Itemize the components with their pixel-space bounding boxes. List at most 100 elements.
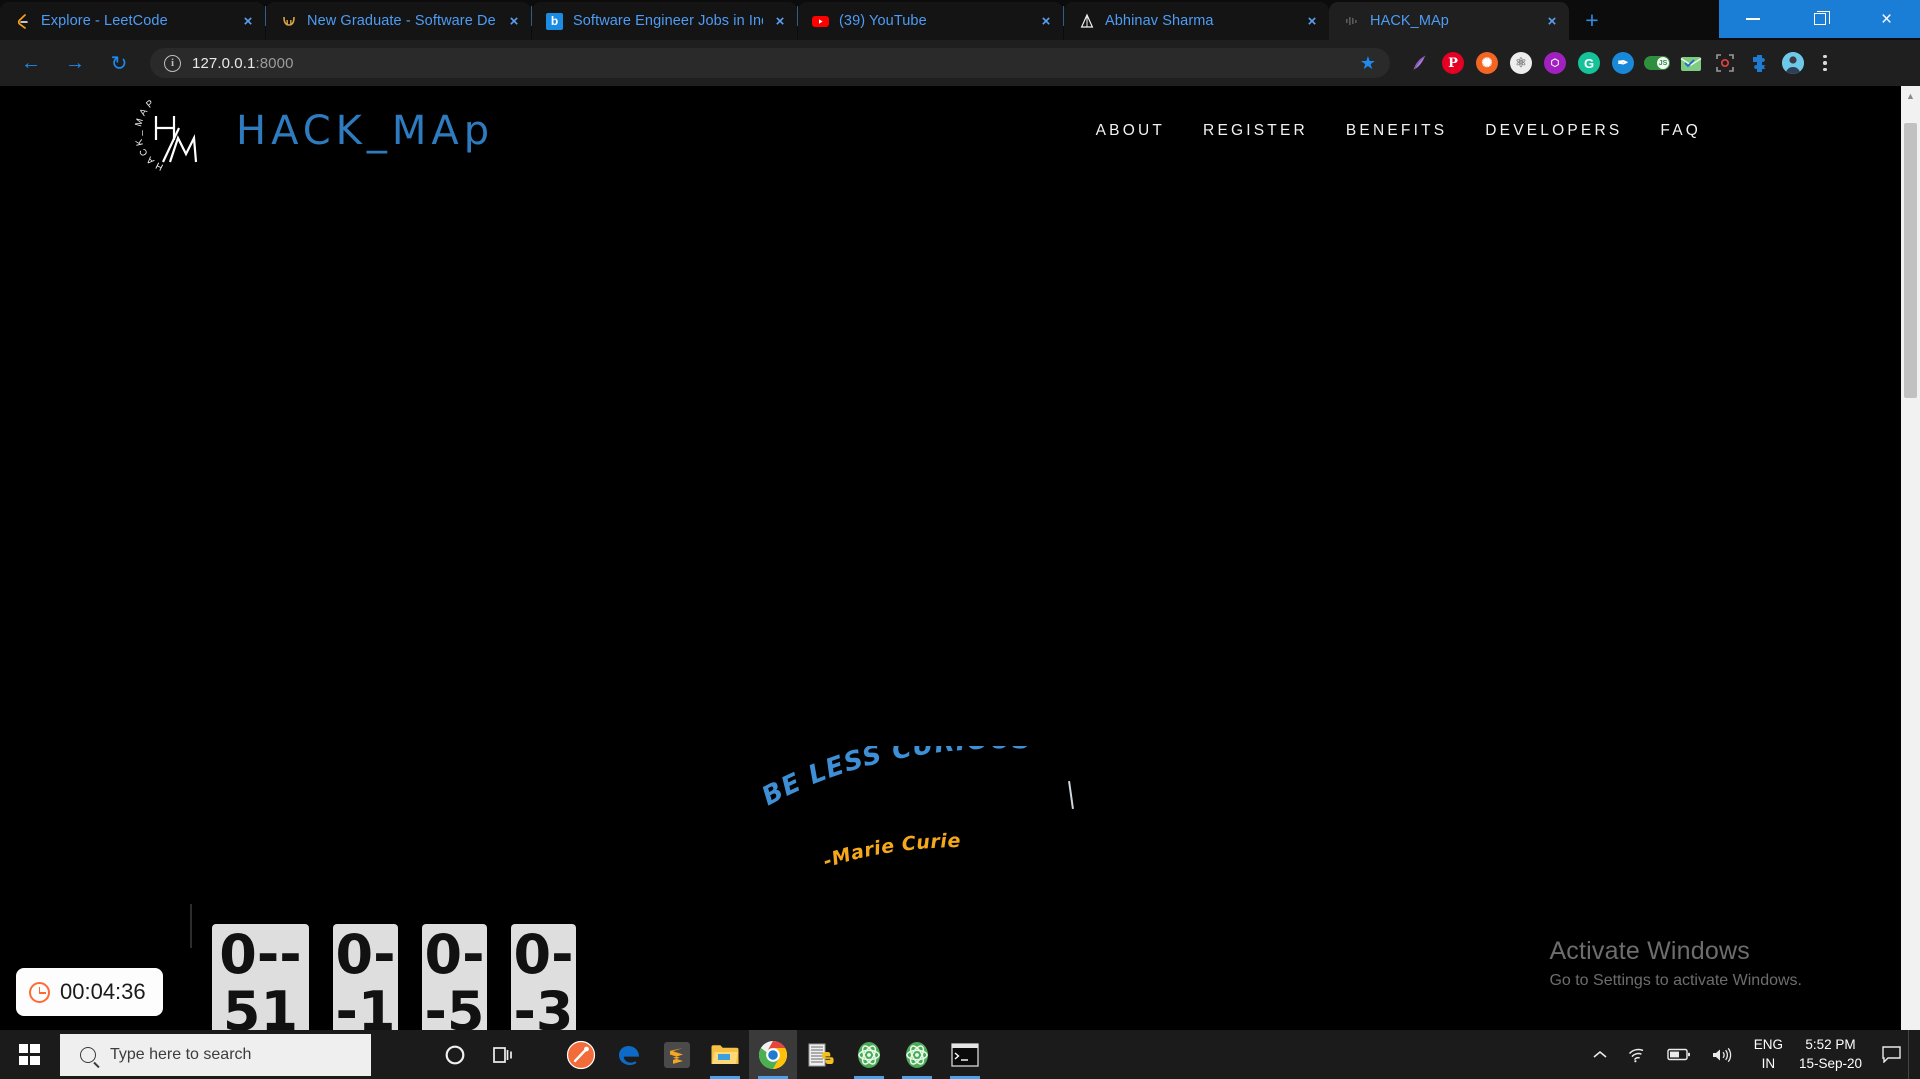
- scrollbar-track[interactable]: [1901, 105, 1920, 1036]
- site-header: HACK_MAP HACK_MAp ABOUT REGISTER BENEFIT…: [0, 86, 1901, 176]
- nav-item-about[interactable]: ABOUT: [1096, 122, 1165, 140]
- address-bar[interactable]: i 127.0.0.1:8000 ★: [150, 48, 1390, 78]
- close-icon[interactable]: ×: [1035, 10, 1057, 32]
- scrollbar-thumb[interactable]: [1904, 123, 1917, 398]
- quote-author: -Marie Curie: [821, 830, 961, 873]
- watermark-subtitle: Go to Settings to activate Windows.: [1549, 972, 1802, 989]
- session-timer-widget[interactable]: 00:04:36: [16, 968, 163, 1016]
- wifi-icon[interactable]: [1618, 1030, 1656, 1079]
- show-hidden-icons[interactable]: [1584, 1030, 1616, 1079]
- browser-tab[interactable]: b Software Engineer Jobs in Ind ×: [532, 2, 797, 40]
- microsoft-edge-icon[interactable]: [605, 1030, 653, 1079]
- screenshot-capture-icon[interactable]: [1708, 46, 1742, 80]
- quote-text: BE LESS CURIOUS: [760, 746, 1031, 812]
- grammarly-g-icon[interactable]: G: [1572, 46, 1606, 80]
- sublime-text-icon[interactable]: [653, 1030, 701, 1079]
- wellfound-icon: [280, 13, 297, 30]
- battery-icon[interactable]: [1658, 1030, 1700, 1079]
- close-icon[interactable]: ×: [237, 10, 259, 32]
- profile-avatar-icon[interactable]: [1776, 46, 1810, 80]
- minimize-icon: [1746, 18, 1760, 20]
- windows-taskbar: Type here to search ENG IN 5:52 PM 15-Se…: [0, 1030, 1920, 1079]
- pinterest-icon[interactable]: P: [1436, 46, 1470, 80]
- browser-tab[interactable]: (39) YouTube ×: [798, 2, 1063, 40]
- pen-drop-icon[interactable]: ✒: [1606, 46, 1640, 80]
- clock-icon: [29, 981, 50, 1003]
- window-close-button[interactable]: ×: [1853, 0, 1920, 38]
- show-desktop-button[interactable]: [1908, 1030, 1916, 1079]
- scroll-up-arrow-icon[interactable]: ▲: [1901, 86, 1920, 105]
- file-explorer-icon[interactable]: [701, 1030, 749, 1079]
- close-icon[interactable]: ×: [503, 10, 525, 32]
- countdown-value: 0--52: [424, 923, 485, 1036]
- countdown-value: 0--516: [219, 923, 302, 1036]
- atom-editor-icon[interactable]: [845, 1030, 893, 1079]
- volume-icon[interactable]: [1702, 1030, 1742, 1079]
- tab-title: HACK_MAp: [1370, 13, 1449, 29]
- taskbar-clock[interactable]: 5:52 PM 15-Sep-20: [1795, 1036, 1874, 1072]
- countdown-tile: 0--516: [212, 924, 309, 1036]
- grammarly-quill-icon[interactable]: [1402, 46, 1436, 80]
- site-nav: ABOUT REGISTER BENEFITS DEVELOPERS FAQ: [1096, 122, 1701, 140]
- taskbar-search-input[interactable]: Type here to search: [60, 1033, 371, 1076]
- site-info-icon[interactable]: i: [164, 54, 181, 72]
- browser-tab-strip: Explore - LeetCode × New Graduate - Soft…: [0, 0, 1920, 40]
- tab-title: Explore - LeetCode: [41, 13, 168, 29]
- countdown-tile: 0--17: [333, 924, 398, 1036]
- close-icon[interactable]: ×: [1541, 10, 1563, 32]
- command-prompt-icon[interactable]: [941, 1030, 989, 1079]
- browser-tab[interactable]: Abhinav Sharma ×: [1064, 2, 1329, 40]
- window-maximize-button[interactable]: [1786, 0, 1853, 38]
- windows-start-icon: [18, 1044, 40, 1065]
- browser-tab-active[interactable]: HACK_MAp ×: [1329, 2, 1569, 40]
- task-view-icon[interactable]: [479, 1030, 527, 1079]
- page-viewport: HACK_MAP HACK_MAp ABOUT REGISTER BENEFIT…: [0, 86, 1920, 1036]
- input-language-indicator[interactable]: ENG IN: [1744, 1036, 1793, 1072]
- new-tab-button[interactable]: +: [1575, 3, 1609, 37]
- nav-item-faq[interactable]: FAQ: [1660, 122, 1701, 140]
- svg-text:-Marie Curie: -Marie Curie: [821, 830, 962, 873]
- postman-icon[interactable]: [557, 1030, 605, 1079]
- youtube-icon: [812, 13, 829, 30]
- browser-tab[interactable]: New Graduate - Software De ×: [266, 2, 531, 40]
- cortana-circle-icon[interactable]: [431, 1030, 479, 1079]
- action-center-icon[interactable]: [1876, 1046, 1906, 1063]
- tab-title: New Graduate - Software De: [307, 13, 496, 29]
- bookmark-star-icon[interactable]: ★: [1350, 53, 1376, 74]
- window-minimize-button[interactable]: [1719, 0, 1786, 38]
- close-icon[interactable]: ×: [769, 10, 791, 32]
- browser-tab[interactable]: Explore - LeetCode ×: [0, 2, 265, 40]
- close-icon[interactable]: ×: [1301, 10, 1323, 32]
- page-scrollbar[interactable]: ▲: [1901, 86, 1920, 1036]
- google-chrome-icon[interactable]: [749, 1030, 797, 1079]
- purple-extension-icon[interactable]: ⬡: [1538, 46, 1572, 80]
- jupyter-python-icon[interactable]: [797, 1030, 845, 1079]
- atom-editor-icon[interactable]: [893, 1030, 941, 1079]
- text-caret: [1068, 780, 1074, 810]
- javascript-toggle-icon[interactable]: JS: [1640, 46, 1674, 80]
- restore-icon: [1813, 10, 1830, 25]
- tab-title: Abhinav Sharma: [1105, 13, 1214, 29]
- reload-button[interactable]: ↻: [102, 46, 136, 80]
- system-tray: ENG IN 5:52 PM 15-Sep-20: [1584, 1030, 1920, 1079]
- pocket-orange-icon[interactable]: ✺: [1470, 46, 1504, 80]
- back-button[interactable]: ←: [14, 46, 48, 80]
- nav-item-register[interactable]: REGISTER: [1203, 122, 1308, 140]
- desktop-screen: Explore - LeetCode × New Graduate - Soft…: [0, 0, 1920, 1079]
- chrome-menu-icon[interactable]: [1810, 54, 1840, 72]
- mail-checked-icon[interactable]: [1674, 46, 1708, 80]
- watermark-title: Activate Windows: [1549, 937, 1750, 965]
- react-devtools-icon[interactable]: ⚛: [1504, 46, 1538, 80]
- brand[interactable]: HACK_MAP HACK_MAp: [134, 88, 494, 174]
- extensions-puzzle-icon[interactable]: [1742, 46, 1776, 80]
- window-controls: ×: [1719, 0, 1920, 38]
- nav-item-developers[interactable]: DEVELOPERS: [1485, 122, 1622, 140]
- clock-date: 15-Sep-20: [1798, 1055, 1862, 1071]
- countdown-value: 0--17: [335, 923, 396, 1036]
- start-button[interactable]: [0, 1030, 58, 1079]
- medium-a-icon: [1078, 13, 1095, 30]
- svg-text:HACK_MAP: HACK_MAP: [134, 96, 165, 172]
- nav-item-benefits[interactable]: BENEFITS: [1346, 122, 1447, 140]
- generic-page-icon: [1343, 13, 1360, 30]
- forward-button[interactable]: →: [58, 46, 92, 80]
